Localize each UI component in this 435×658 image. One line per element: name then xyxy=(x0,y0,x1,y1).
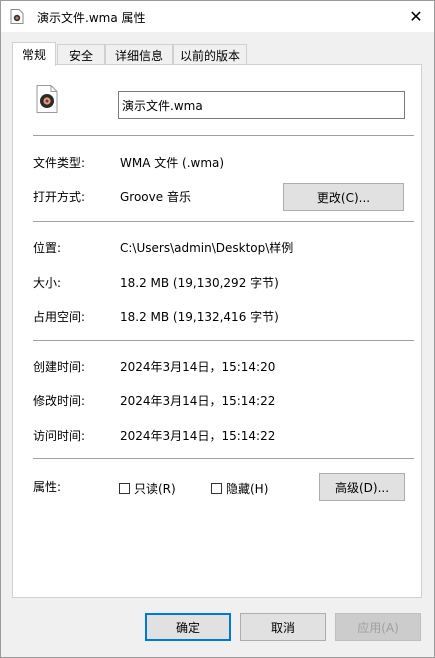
change-button[interactable]: 更改(C)... xyxy=(283,183,404,211)
created-value: 2024年3月14日，15:14:20 xyxy=(120,360,276,374)
created-label: 创建时间: xyxy=(33,360,86,374)
close-icon: ✕ xyxy=(409,7,423,26)
readonly-checkbox[interactable]: 只读(R) xyxy=(119,480,176,497)
file-name-field[interactable]: 演示文件.wma xyxy=(118,91,405,119)
audio-file-icon xyxy=(10,9,24,24)
file-type-label: 文件类型: xyxy=(33,156,86,170)
modified-label: 修改时间: xyxy=(33,394,86,408)
location-value: C:\Users\admin\Desktop\样例 xyxy=(120,241,294,255)
advanced-button[interactable]: 高级(D)... xyxy=(319,473,405,501)
file-type-value: WMA 文件 (.wma) xyxy=(120,156,225,170)
size-on-disk-label: 占用空间: xyxy=(33,310,86,324)
cancel-button[interactable]: 取消 xyxy=(240,613,326,641)
apply-button[interactable]: 应用(A) xyxy=(335,613,421,641)
audio-file-icon xyxy=(36,85,58,113)
ok-button[interactable]: 确定 xyxy=(145,613,231,641)
general-panel: 演示文件.wma 文件类型: WMA 文件 (.wma) 打开方式: Groov… xyxy=(12,64,422,598)
modified-value: 2024年3月14日，15:14:22 xyxy=(120,394,276,408)
attributes-label: 属性: xyxy=(33,480,62,494)
size-label: 大小: xyxy=(33,276,62,290)
tab-previous-versions[interactable]: 以前的版本 xyxy=(173,44,247,65)
title-bar: 演示文件.wma 属性 ✕ xyxy=(1,1,434,32)
close-button[interactable]: ✕ xyxy=(398,1,434,32)
divider xyxy=(33,458,414,459)
hidden-label: 隐藏(H) xyxy=(226,482,269,496)
accessed-value: 2024年3月14日，15:14:22 xyxy=(120,429,276,443)
divider xyxy=(33,135,414,136)
tab-general[interactable]: 常规 xyxy=(12,42,56,66)
size-on-disk-value: 18.2 MB (19,132,416 字节) xyxy=(120,310,279,324)
divider xyxy=(33,221,414,222)
size-value: 18.2 MB (19,130,292 字节) xyxy=(120,276,279,290)
opens-with-value: Groove 音乐 xyxy=(120,190,191,204)
checkbox-box[interactable] xyxy=(211,483,222,494)
checkbox-box[interactable] xyxy=(119,483,130,494)
tab-details[interactable]: 详细信息 xyxy=(105,44,173,65)
readonly-label: 只读(R) xyxy=(134,482,176,496)
tab-security[interactable]: 安全 xyxy=(57,44,105,65)
divider xyxy=(33,340,414,341)
hidden-checkbox[interactable]: 隐藏(H) xyxy=(211,480,268,497)
location-label: 位置: xyxy=(33,241,62,255)
accessed-label: 访问时间: xyxy=(33,429,86,443)
opens-with-label: 打开方式: xyxy=(33,190,86,204)
properties-dialog: 演示文件.wma 属性 ✕ 常规 安全 详细信息 以前的版本 演示文件.wma … xyxy=(0,0,435,658)
window-title: 演示文件.wma 属性 xyxy=(37,11,146,25)
